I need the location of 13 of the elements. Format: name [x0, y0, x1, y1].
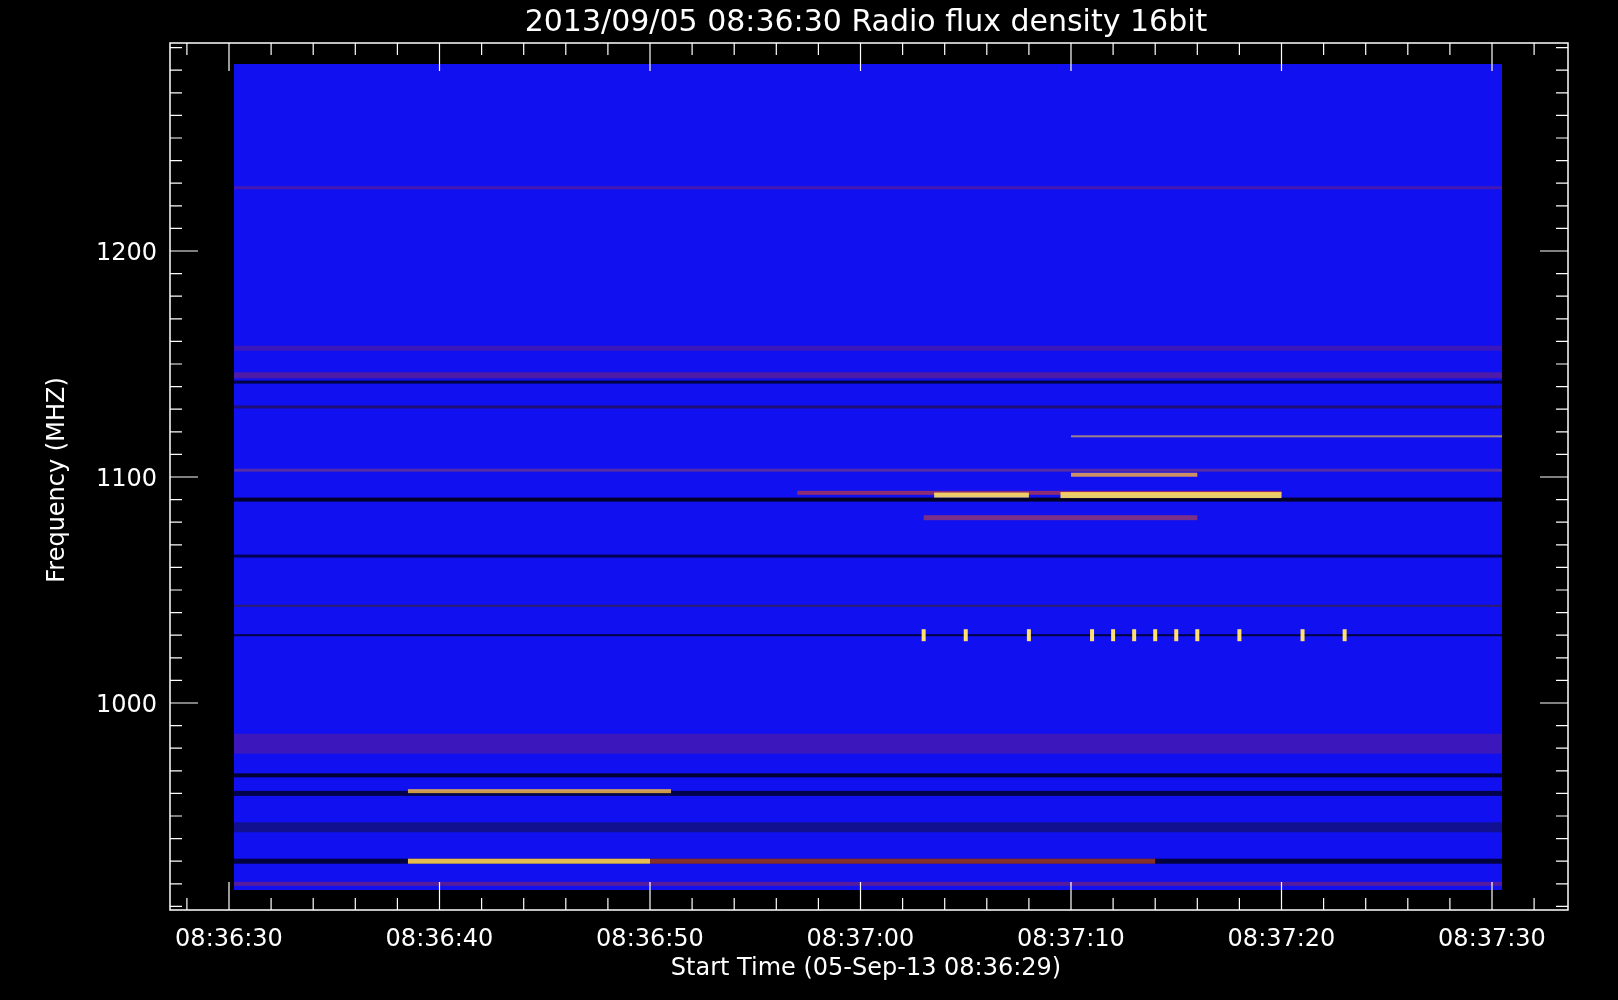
axis-label: Start Time (05-Sep-13 08:36:29) [670, 953, 1062, 981]
tick-label: 1000 [95, 690, 157, 718]
tick-label: 1100 [95, 464, 157, 492]
tick-label: 1200 [95, 238, 157, 266]
tick-label: 08:37:30 [1438, 924, 1546, 952]
tick-label: 08:36:50 [596, 924, 704, 952]
plot-title: 2013/09/05 08:36:30 Radio flux density 16bit [524, 3, 1208, 38]
tick-label: 08:36:40 [385, 924, 494, 952]
tick-label: 08:37:20 [1227, 924, 1336, 952]
tick-label: 08:36:30 [175, 924, 283, 952]
tick-label: 08:37:00 [806, 924, 915, 952]
axis-label: Frequency (MHZ) [42, 377, 70, 583]
tick-label: 08:37:10 [1017, 924, 1125, 952]
